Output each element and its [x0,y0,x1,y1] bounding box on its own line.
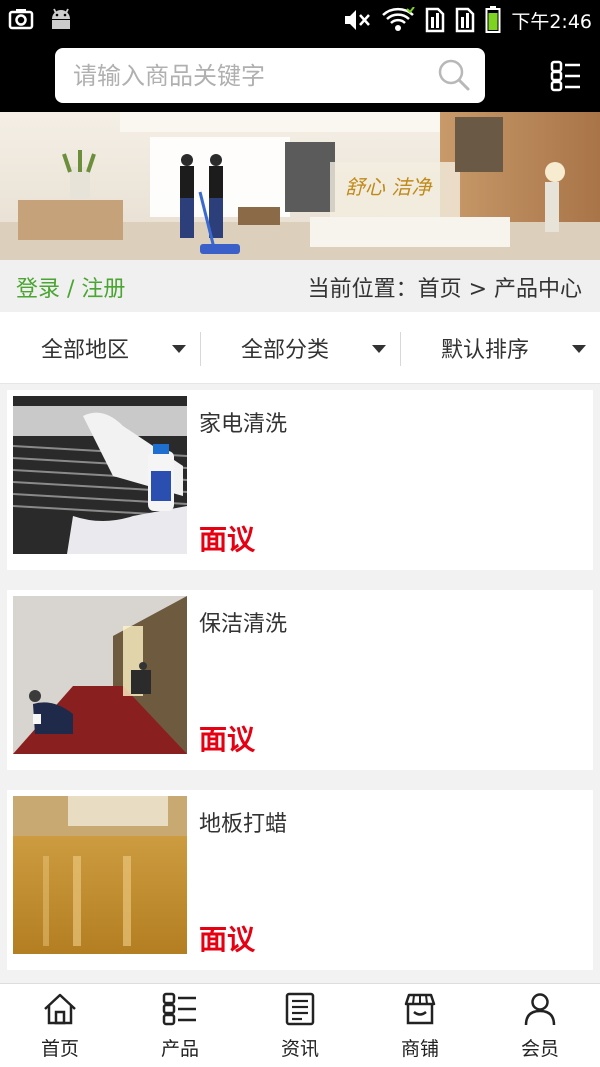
filter-category-dropdown[interactable]: 全部分类 [200,312,400,384]
svg-text:舒心 洁净: 舒心 洁净 [345,175,433,199]
breadcrumb: 当前位置：首页 > 产品中心 [307,277,582,302]
nav-news[interactable]: 资讯 [240,984,360,1067]
screenshot-icon [8,9,34,30]
shop-icon [404,993,436,1025]
nav-products-label: 产品 [160,1038,199,1060]
sim2-icon [456,7,475,33]
nav-member-label: 会员 [520,1038,559,1060]
caret-down-icon [172,345,186,353]
product-image-floor[interactable] [13,796,187,954]
login-register-link[interactable]: 登录 / 注册 [16,271,125,303]
product-image-corridor[interactable] [13,596,187,754]
product-title[interactable]: 保洁清洗 [199,606,287,638]
product-image-aircon[interactable] [13,396,187,554]
product-title[interactable]: 家电清洗 [199,406,287,438]
location-bar: 登录 / 注册 当前位置：首页 > 产品中心 [0,260,600,312]
product-price: 面议 [199,523,256,556]
sim1-icon [426,7,445,33]
search-box [55,48,485,103]
product-price: 面议 [199,723,256,756]
news-icon [285,992,315,1026]
category-menu-icon[interactable] [550,60,582,92]
status-bar: 下午2:46 [0,0,600,40]
nav-home[interactable]: 首页 [0,984,120,1067]
nav-shop[interactable]: 商铺 [360,984,480,1067]
search-icon[interactable] [437,58,471,92]
product-price: 面议 [199,923,256,956]
product-card[interactable]: 保洁清洗 面议 [7,590,593,770]
nav-home-label: 首页 [40,1038,79,1060]
nav-member[interactable]: 会员 [480,984,600,1067]
search-input[interactable] [55,48,425,103]
filter-sort-dropdown[interactable]: 默认排序 [400,312,600,384]
product-card[interactable]: 家电清洗 面议 [7,390,593,570]
filter-region-label: 全部地区 [40,338,129,363]
battery-icon [485,6,501,33]
mute-icon [345,10,371,30]
wifi-icon [382,7,416,31]
banner-image[interactable]: 舒心 洁净 [0,112,600,260]
home-icon [44,993,76,1025]
filter-category-label: 全部分类 [240,338,329,363]
nav-shop-label: 商铺 [400,1038,439,1060]
product-title[interactable]: 地板打蜡 [199,806,287,838]
filter-sort-label: 默认排序 [440,338,529,363]
status-time: 下午2:46 [511,10,592,33]
filter-bar: 全部地区 全部分类 默认排序 [0,312,600,384]
product-card[interactable]: 地板打蜡 面议 [7,790,593,970]
bottom-nav: 首页 产品 资讯 商铺 会员 [0,983,600,1067]
product-grid-icon [162,992,196,1026]
filter-region-dropdown[interactable]: 全部地区 [0,312,200,384]
nav-news-label: 资讯 [280,1038,319,1060]
caret-down-icon [572,345,586,353]
member-icon [524,993,556,1026]
search-header [0,40,600,112]
android-icon [52,8,70,29]
nav-products[interactable]: 产品 [120,984,240,1067]
caret-down-icon [372,345,386,353]
